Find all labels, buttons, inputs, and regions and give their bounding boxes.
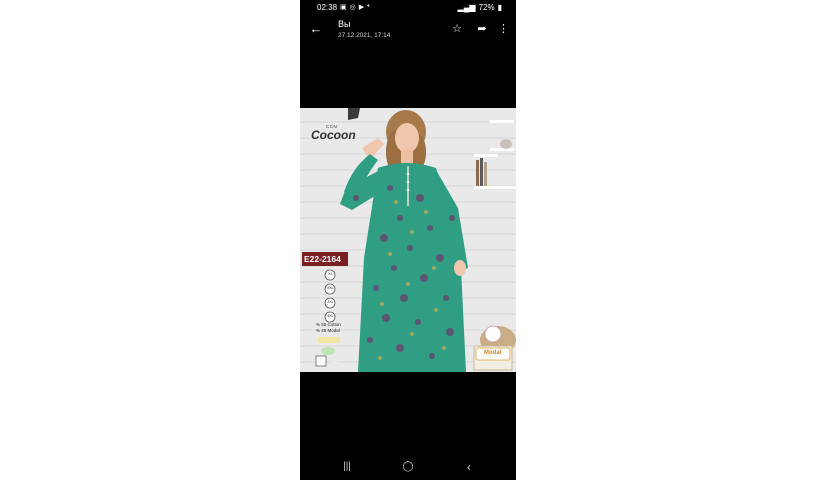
product-photo[interactable]: CCN Cocoon E22-2164 XL 2XL 3XL 4XL % 55 … — [300, 108, 516, 372]
size-label: XL — [328, 272, 333, 276]
brand-logo-text: Cocoon — [311, 128, 356, 142]
gallery-icon: ▣ — [340, 4, 347, 11]
navigation-bar: ||| ◯ ‹ — [300, 455, 516, 479]
status-bar: 02:38 ▣ ◎ ▶ • ▂▄▆ 72% ▮ — [300, 0, 516, 16]
youtube-icon: ▶ — [358, 4, 365, 11]
dot-icon: • — [367, 3, 370, 10]
size-label: 4XL — [327, 314, 334, 318]
modal-badge: Modal — [484, 350, 502, 356]
model-code: E22-2164 — [304, 254, 341, 264]
app-bar: ← Вы 27.12.2021, 17:14 ☆ ➦ ⋮ — [300, 16, 516, 44]
composition-modal: % 45 Modal — [316, 328, 340, 333]
size-label: 3XL — [327, 300, 334, 304]
sender-name: Вы — [338, 19, 351, 29]
status-time: 02:38 — [317, 3, 338, 12]
header-title-block: Вы 27.12.2021, 17:14 — [338, 19, 390, 39]
back-nav-icon[interactable]: ‹ — [461, 459, 477, 475]
composition-cotton: % 55 Cotton — [316, 322, 341, 327]
instagram-icon: ◎ — [349, 4, 356, 11]
battery-icon: ▮ — [497, 3, 502, 12]
home-icon[interactable]: ◯ — [400, 459, 416, 475]
message-date: 27.12.2021, 17:14 — [338, 32, 391, 39]
phone-screen: 02:38 ▣ ◎ ▶ • ▂▄▆ 72% ▮ ← Вы 27.12.2021,… — [300, 0, 516, 480]
share-icon[interactable]: ➦ — [475, 22, 489, 36]
signal-icon: ▂▄▆ — [457, 3, 476, 12]
notification-icons: ▣ ◎ ▶ • — [340, 3, 370, 11]
recent-apps-icon[interactable]: ||| — [339, 459, 355, 475]
back-arrow-icon[interactable]: ← — [308, 21, 324, 37]
more-options-icon[interactable]: ⋮ — [498, 22, 509, 36]
star-icon[interactable]: ☆ — [450, 22, 464, 36]
status-right: ▂▄▆ 72% ▮ — [458, 3, 502, 12]
battery-level: 72% — [478, 3, 495, 12]
size-label: 2XL — [327, 286, 334, 290]
